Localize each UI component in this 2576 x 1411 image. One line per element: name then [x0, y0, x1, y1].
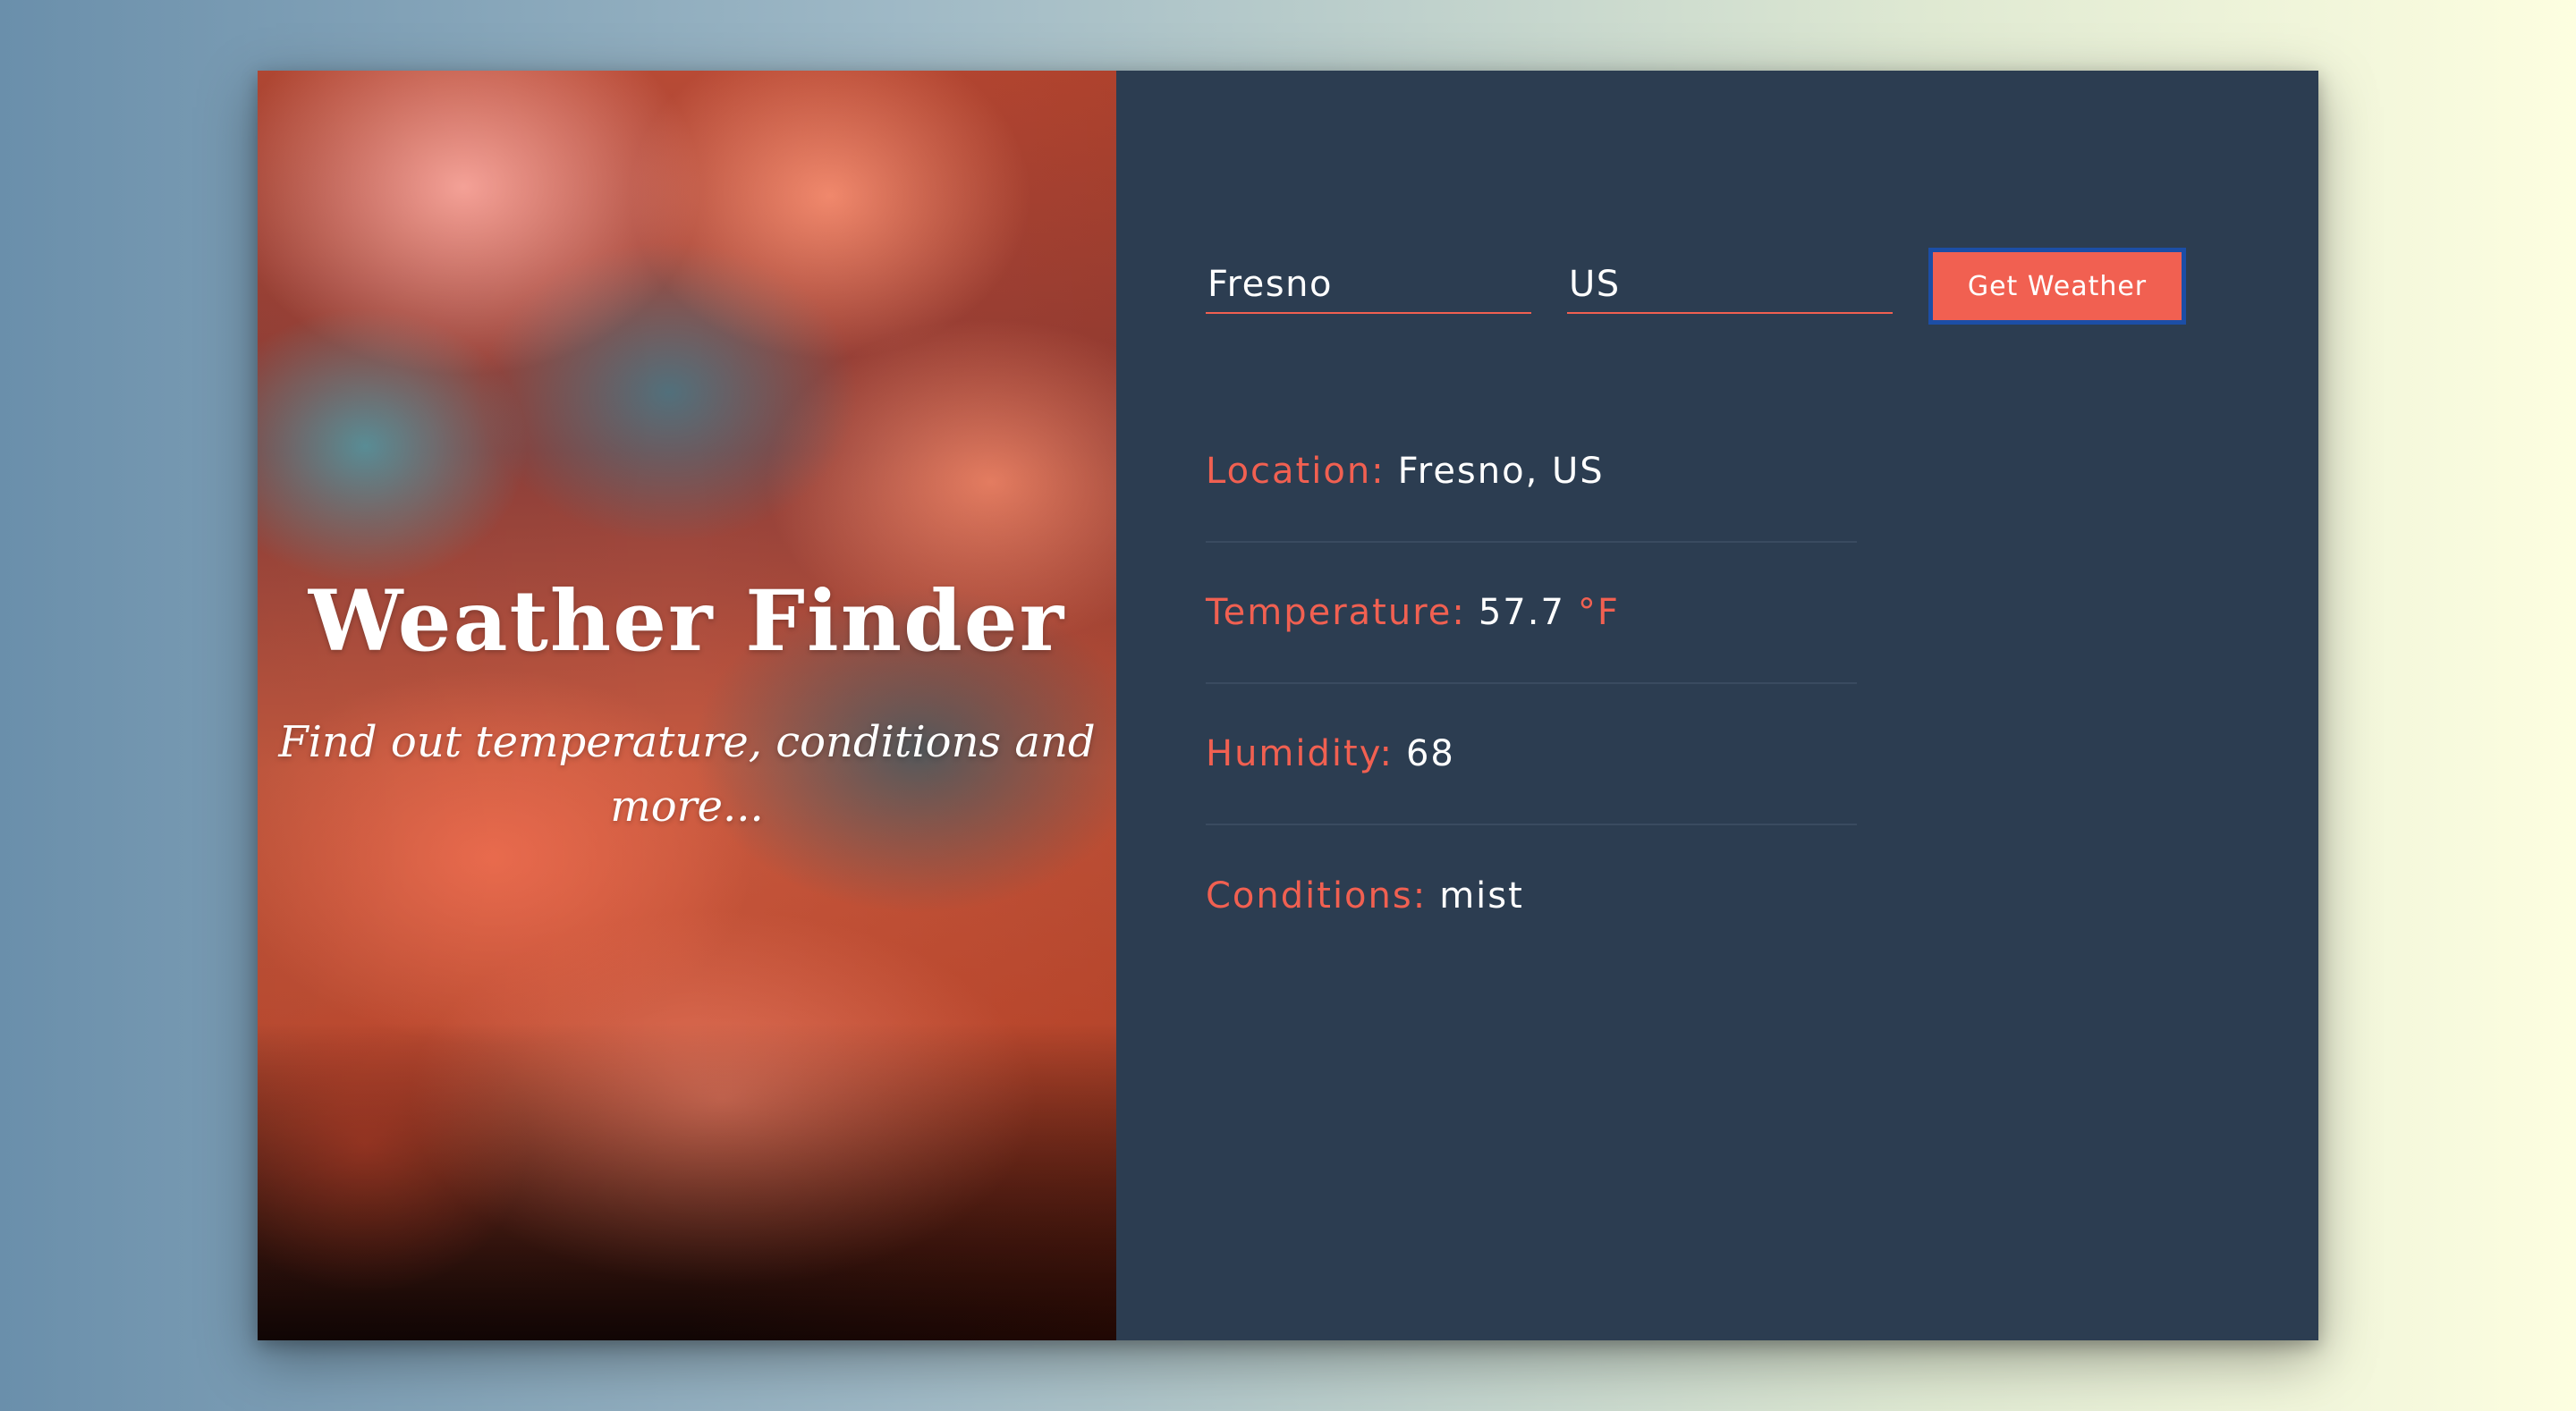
city-field — [1206, 264, 1535, 314]
conditions-label: Conditions: — [1206, 875, 1428, 917]
location-label: Location: — [1206, 451, 1385, 492]
location-value: Fresno, US — [1397, 451, 1605, 492]
temperature-unit: °F — [1577, 592, 1620, 633]
page-title: Weather Finder — [308, 572, 1066, 671]
city-input[interactable] — [1206, 264, 1535, 305]
weather-results: Location: Fresno, US Temperature: 57.7 °… — [1206, 401, 1857, 967]
humidity-label: Humidity: — [1206, 733, 1394, 774]
country-input[interactable] — [1567, 264, 1896, 305]
get-weather-button[interactable]: Get Weather — [1928, 248, 2186, 325]
hero-text: Weather Finder Find out temperature, con… — [258, 571, 1116, 839]
temperature-row: Temperature: 57.7 °F — [1206, 543, 1857, 684]
weather-form: Get Weather — [1206, 248, 2186, 325]
clouds-photo: Weather Finder Find out temperature, con… — [258, 71, 1116, 1340]
country-field — [1567, 264, 1896, 314]
humidity-row: Humidity: 68 — [1206, 684, 1857, 825]
conditions-value: mist — [1439, 875, 1524, 917]
weather-panel: Get Weather Location: Fresno, US Tempera… — [1116, 71, 2318, 1340]
humidity-value: 68 — [1405, 733, 1455, 774]
conditions-row: Conditions: mist — [1206, 825, 1857, 967]
temperature-label: Temperature: — [1206, 592, 1466, 633]
weather-card: Weather Finder Find out temperature, con… — [258, 71, 2318, 1340]
page-subtitle: Find out temperature, conditions and mor… — [278, 716, 1096, 832]
temperature-value: 57.7 — [1478, 592, 1565, 633]
location-row: Location: Fresno, US — [1206, 401, 1857, 543]
